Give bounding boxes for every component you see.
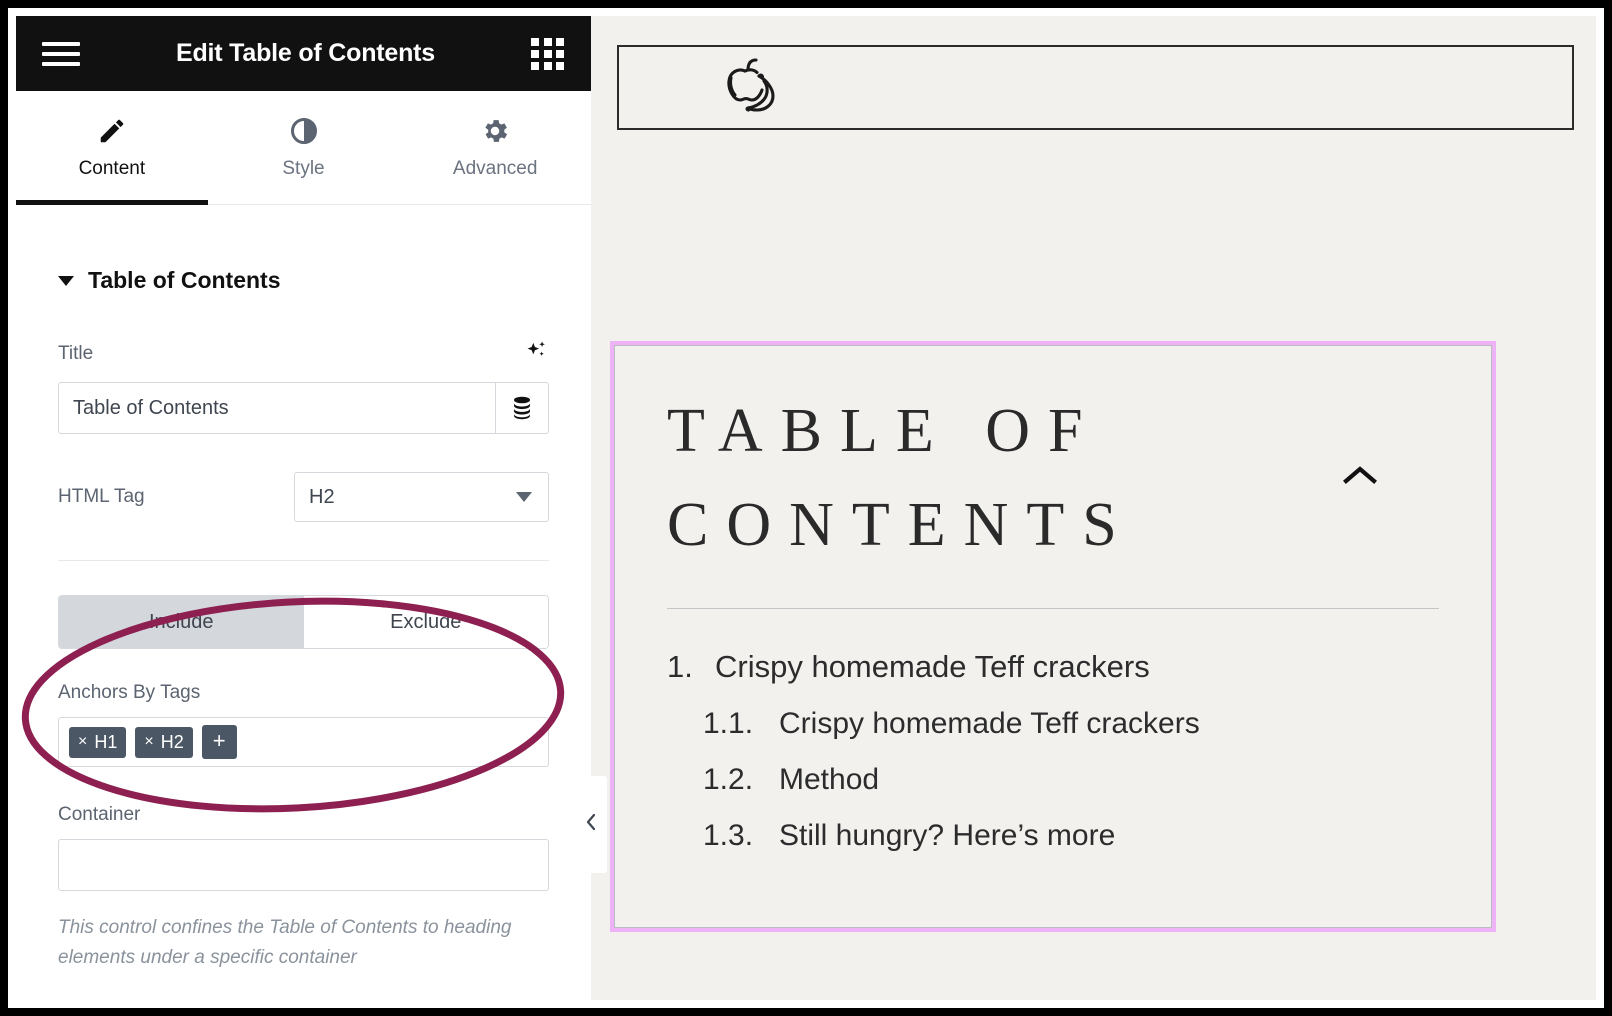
tag-chip-h1[interactable]: × H1 (69, 726, 127, 758)
pencil-icon (97, 116, 127, 146)
tag-chip-h1-label: H1 (94, 731, 118, 752)
section-table-of-contents[interactable]: Table of Contents (58, 205, 549, 338)
hamburger-icon[interactable] (42, 36, 80, 72)
editor-panel: Edit Table of Contents Content Style Adv… (16, 16, 591, 1008)
title-label: Title (58, 342, 94, 364)
tab-advanced[interactable]: Advanced (399, 91, 591, 204)
title-input-wrap (58, 382, 549, 434)
html-tag-label: HTML Tag (58, 486, 145, 507)
toc-item-number: 1. (667, 649, 693, 685)
toggle-exclude[interactable]: Exclude (303, 596, 548, 648)
anchors-by-tags-label: Anchors By Tags (58, 682, 201, 703)
caret-down-icon (58, 275, 74, 286)
panel-tabs: Content Style Advanced (16, 91, 591, 205)
gear-icon (480, 116, 510, 146)
contrast-circle-icon (289, 116, 319, 146)
apple-banana-logo (715, 54, 793, 121)
container-input[interactable] (58, 839, 549, 891)
add-tag-button[interactable]: + (201, 725, 237, 759)
chevron-left-icon (582, 810, 600, 839)
database-icon[interactable] (495, 383, 548, 433)
toc-item-label: Crispy homemade Teff crackers (715, 649, 1150, 685)
tag-chip-h2-label: H2 (160, 731, 184, 752)
panel-collapse-button[interactable] (574, 776, 607, 873)
tag-chip-h2[interactable]: × H2 (135, 726, 193, 758)
tab-content-label: Content (78, 157, 146, 179)
toc-heading: TABLE OF CONTENTS (667, 397, 1135, 560)
tab-advanced-label: Advanced (452, 157, 538, 179)
html-tag-select[interactable]: H2 (294, 472, 549, 522)
panel-body: Table of Contents Title Table of Content… (16, 205, 591, 974)
toc-item-label: Method (779, 763, 880, 797)
toc-item[interactable]: 1.1. Crispy homemade Teff crackers (667, 707, 1439, 763)
include-exclude-toggle: Include Exclude (58, 595, 549, 649)
html-tag-row: HTML Tag H2 (58, 472, 549, 522)
container-help-text: This control confines the Table of Conte… (58, 917, 512, 969)
toc-widget[interactable]: TABLE OF CONTENTS 1. Crispy homemade Tef… (610, 341, 1496, 932)
chevron-up-icon[interactable] (1339, 463, 1439, 494)
toc-item-label: Crispy homemade Teff crackers (779, 707, 1200, 741)
toc-item-number: 1.3. (703, 819, 754, 853)
html-tag-value: H2 (309, 485, 335, 508)
app-window: Edit Table of Contents Content Style Adv… (0, 0, 1612, 1016)
divider (58, 560, 549, 561)
sparkles-icon[interactable] (523, 338, 549, 369)
panel-header: Edit Table of Contents (16, 16, 591, 91)
toc-item[interactable]: 1.3. Still hungry? Here’s more (667, 819, 1439, 875)
toc-header-row: TABLE OF CONTENTS (667, 384, 1439, 572)
apps-grid-icon[interactable] (531, 37, 565, 70)
site-header (617, 45, 1574, 130)
tab-style[interactable]: Style (208, 91, 400, 204)
anchors-tags-field[interactable]: × H1 × H2 + (58, 717, 549, 767)
toc-list: 1. Crispy homemade Teff crackers 1.1. Cr… (667, 609, 1439, 875)
toc-item[interactable]: 1. Crispy homemade Teff crackers (667, 649, 1439, 707)
toc-widget-inner: TABLE OF CONTENTS 1. Crispy homemade Tef… (614, 345, 1492, 928)
toc-item[interactable]: 1.2. Method (667, 763, 1439, 819)
chevron-down-icon (516, 492, 532, 502)
toc-item-number: 1.2. (703, 763, 754, 797)
toc-item-number: 1.1. (703, 707, 754, 741)
remove-tag-icon[interactable]: × (78, 733, 87, 751)
container-label-row: Container (58, 804, 549, 826)
section-title: Table of Contents (88, 267, 281, 293)
title-field-row: Title (58, 338, 549, 369)
tab-content[interactable]: Content (16, 91, 208, 205)
container-label: Container (58, 804, 141, 825)
panel-title: Edit Table of Contents (175, 39, 435, 67)
remove-tag-icon[interactable]: × (144, 733, 153, 751)
toc-item-label: Still hungry? Here’s more (779, 819, 1116, 853)
anchors-label-row: Anchors By Tags (58, 682, 549, 704)
tab-style-label: Style (282, 157, 325, 179)
page-canvas: TABLE OF CONTENTS 1. Crispy homemade Tef… (591, 16, 1596, 1000)
title-input[interactable] (59, 383, 495, 433)
toggle-include[interactable]: Include (59, 596, 304, 648)
